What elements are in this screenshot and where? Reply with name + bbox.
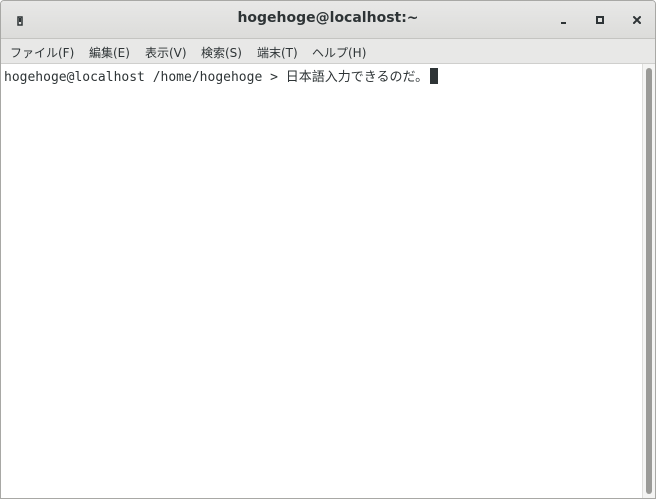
title-bar[interactable]: hogehoge@localhost:~ [1,1,655,39]
maximize-icon [594,11,606,30]
menu-file[interactable]: ファイル(F) [10,44,74,61]
menu-search[interactable]: 検索(S) [201,44,242,61]
menu-view[interactable]: 表示(V) [145,44,187,61]
text-cursor [430,68,439,84]
minimize-icon [558,11,570,30]
scrollbar-thumb[interactable] [646,68,652,494]
close-button[interactable] [627,10,647,30]
terminal-area[interactable]: hogehoge@localhost /home/hogehoge > 日本語入… [1,64,642,498]
menu-help[interactable]: ヘルプ(H) [312,44,366,61]
terminal-window: hogehoge@localhost:~ ファイル(F) 編集(E) 表示(V)… [0,0,656,499]
close-icon [631,11,643,30]
menu-bar: ファイル(F) 編集(E) 表示(V) 検索(S) 端末(T) ヘルプ(H) [1,39,655,64]
vertical-scrollbar[interactable] [642,64,655,498]
menu-terminal[interactable]: 端末(T) [257,44,298,61]
terminal-input-text: 日本語入力できるのだ。 [285,70,429,85]
menu-edit[interactable]: 編集(E) [89,44,130,61]
maximize-button[interactable] [590,10,610,30]
terminal-line: hogehoge@localhost /home/hogehoge > 日本語入… [4,68,439,86]
minimize-button[interactable] [554,10,574,30]
terminal-prompt: hogehoge@localhost /home/hogehoge > [4,70,286,85]
